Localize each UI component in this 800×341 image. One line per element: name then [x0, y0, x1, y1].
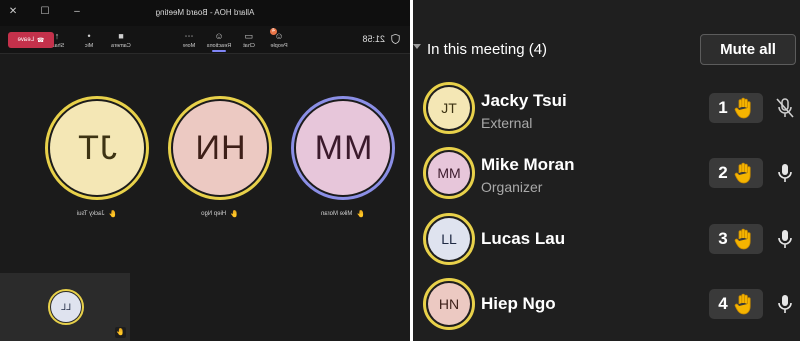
raised-hand-icon: [734, 228, 751, 250]
participant-tile[interactable]: HN ✋ Hiep Ngo: [166, 96, 274, 218]
participant-avatar-ring: LL: [423, 213, 475, 265]
tile-name: Jacky Tsui: [76, 211, 105, 217]
avatar: JT: [50, 101, 144, 195]
mic-icon[interactable]: [775, 228, 795, 250]
leave-button[interactable]: ☎ Leave: [8, 32, 54, 48]
mute-all-button[interactable]: Mute all: [700, 34, 796, 65]
camera-label: Camera: [111, 43, 131, 49]
tile-name-label: ✋ Mike Moran: [289, 210, 397, 218]
raised-hand-icon: [734, 293, 751, 315]
tile-name-label: ✋ Hiep Ngo: [166, 210, 274, 218]
toolbar-reactions-button[interactable]: ☺ Reactions: [206, 28, 232, 49]
panel-title[interactable]: In this meeting (4): [427, 41, 547, 58]
toolbar-chat-button[interactable]: ▭ Chat: [236, 28, 262, 49]
participant-name: Jacky Tsui: [481, 91, 567, 110]
avatar: LL: [51, 292, 81, 322]
mic-icon[interactable]: [775, 293, 795, 315]
people-count-badge: 4: [270, 28, 277, 35]
tile-name-label: ✋ Jacky Tsui: [43, 210, 151, 218]
participant-name: Mike Moran: [481, 155, 575, 174]
avatar: HN: [428, 283, 470, 325]
raised-hand-icon: ✋: [356, 211, 366, 218]
tile-name: Mike Moran: [320, 211, 353, 217]
people-label: People: [270, 43, 288, 49]
toolbar-items: ☺ 4 People ▭ Chat ☺ Reactions ⋯ More: [176, 28, 292, 49]
raised-hand-icon: ✋: [115, 327, 126, 338]
raised-hand-icon: ✋: [108, 211, 118, 218]
participant-row[interactable]: LL Lucas Lau 3: [413, 211, 800, 267]
raised-hand-icon: [734, 162, 751, 184]
mirrored-meeting-view: Allard HOA - Board Meeting – ☐ ✕ 21:58 ☺…: [0, 0, 410, 341]
shield-icon: [391, 34, 400, 44]
self-view-tile[interactable]: LL ✋: [0, 273, 130, 341]
toolbar-people-button[interactable]: ☺ 4 People: [266, 28, 292, 49]
participant-tile[interactable]: JT ✋ Jacky Tsui: [43, 96, 151, 218]
meeting-window: Allard HOA - Board Meeting – ☐ ✕ 21:58 ☺…: [0, 0, 410, 341]
chat-icon: ▭: [244, 31, 254, 41]
raised-hand-icon: [734, 97, 751, 119]
minimize-icon[interactable]: –: [72, 6, 82, 17]
hand-order: 2: [718, 163, 728, 182]
participant-row[interactable]: JT Jacky Tsui External 1: [413, 80, 800, 136]
participant-name: Lucas Lau: [481, 229, 566, 248]
avatar: MM: [428, 152, 470, 194]
tile-avatar-ring: MM: [291, 96, 395, 200]
tile-name: Hiep Ngo: [201, 211, 227, 217]
toolbar-media-controls: ■ Camera • Mic ↑ Share: [44, 28, 134, 49]
close-icon[interactable]: ✕: [8, 6, 18, 17]
chat-label: Chat: [243, 43, 255, 49]
raised-hand-chip: 1: [709, 93, 763, 123]
participant-tile[interactable]: MM ✋ Mike Moran: [289, 96, 397, 218]
hand-order: 1: [718, 98, 728, 117]
raised-hand-chip: 2: [709, 158, 763, 188]
meeting-timer: 21:58: [362, 34, 400, 44]
participant-name: Hiep Ngo: [481, 294, 556, 313]
participant-row[interactable]: MM Mike Moran Organizer 2: [413, 145, 800, 201]
toolbar-camera-button[interactable]: ■ Camera: [108, 28, 134, 49]
maximize-icon[interactable]: ☐: [40, 6, 50, 17]
participants-panel: In this meeting (4) Mute all JT Jacky Ts…: [413, 0, 800, 341]
mic-icon: •: [87, 31, 91, 41]
tile-avatar-ring: JT: [45, 96, 149, 200]
participant-avatar-ring: JT: [423, 82, 475, 134]
leave-label: Leave: [17, 37, 34, 43]
phone-hangup-icon: ☎: [36, 37, 45, 44]
more-icon: ⋯: [184, 31, 194, 41]
participant-row[interactable]: HN Hiep Ngo 4: [413, 276, 800, 332]
more-label: More: [182, 43, 196, 49]
participant-role: External: [481, 115, 533, 131]
avatar: MM: [296, 101, 390, 195]
camera-icon: ■: [118, 31, 124, 41]
panel-header: In this meeting (4) Mute all: [413, 33, 800, 69]
collapse-caret-icon[interactable]: [413, 44, 421, 49]
title-bar: Allard HOA - Board Meeting – ☐ ✕: [0, 0, 410, 26]
hand-order: 3: [718, 229, 728, 248]
raised-hand-icon: ✋: [230, 211, 239, 218]
meeting-toolbar: 21:58 ☺ 4 People ▭ Chat ☺ Reactions ⋯ Mo…: [0, 26, 410, 54]
avatar: HN: [173, 101, 267, 195]
participant-avatar-ring: HN: [423, 278, 475, 330]
tile-avatar-ring: HN: [168, 96, 272, 200]
toolbar-more-button[interactable]: ⋯ More: [176, 28, 202, 49]
self-avatar-ring: LL: [48, 289, 84, 325]
participant-avatar-ring: MM: [423, 147, 475, 199]
participant-role: Organizer: [481, 179, 543, 195]
avatar: LL: [428, 218, 470, 260]
mic-label: Mic: [84, 43, 94, 49]
window-controls: – ☐ ✕: [8, 6, 82, 17]
mic-icon[interactable]: [775, 162, 795, 184]
raised-hand-chip: 3: [709, 224, 763, 254]
reactions-icon: ☺: [214, 31, 224, 41]
toolbar-mic-button[interactable]: • Mic: [76, 28, 102, 49]
hand-order: 4: [718, 294, 728, 313]
reactions-label: Reactions: [206, 43, 232, 49]
mic-muted-icon[interactable]: [775, 97, 795, 119]
video-stage: MM ✋ Mike Moran HN ✋ Hiep Ngo JT ✋ Jacky…: [0, 54, 410, 341]
avatar: JT: [428, 87, 470, 129]
timer-text: 21:58: [362, 34, 385, 44]
raised-hand-chip: 4: [709, 289, 763, 319]
